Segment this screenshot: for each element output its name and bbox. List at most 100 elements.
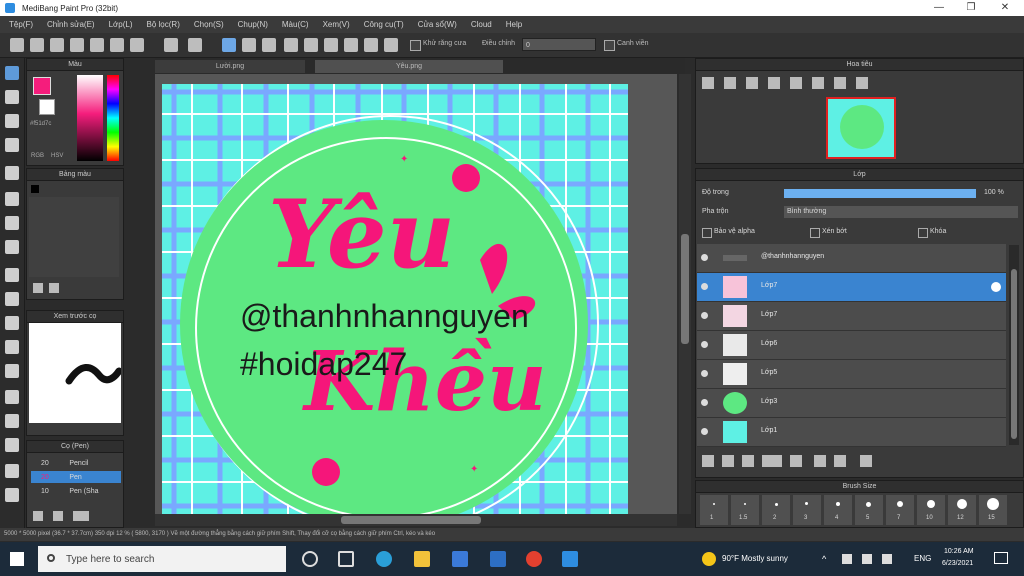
navigator-thumbnail[interactable] bbox=[826, 97, 896, 159]
blend-select[interactable]: Bình thường bbox=[784, 206, 1018, 218]
invert-selection-icon[interactable] bbox=[262, 38, 276, 52]
select-eraser-tool-icon[interactable] bbox=[5, 340, 19, 354]
actual-size-icon[interactable] bbox=[768, 77, 780, 89]
open-file-icon[interactable] bbox=[30, 38, 44, 52]
brush-size-option[interactable]: 12 bbox=[948, 495, 976, 525]
snap-setting-icon[interactable] bbox=[384, 38, 398, 52]
menu-snap[interactable]: Chụp(N) bbox=[238, 20, 268, 29]
layer-type-menu-icon[interactable] bbox=[762, 455, 782, 467]
alpha-protect-checkbox[interactable] bbox=[702, 228, 712, 238]
canvas[interactable]: ✦ ✦ Yêu Khều @thanhnhannguyen #hoidap247 bbox=[162, 84, 628, 514]
brush-tool-icon[interactable] bbox=[5, 66, 19, 80]
chrome-icon[interactable] bbox=[526, 551, 542, 567]
visibility-icon[interactable] bbox=[701, 370, 708, 377]
layer-row[interactable]: Lớp6 bbox=[697, 331, 1006, 360]
taskbar-search[interactable]: Type here to search bbox=[38, 546, 286, 572]
snap-circle-icon[interactable] bbox=[364, 38, 378, 52]
snap-checkbox[interactable] bbox=[604, 40, 615, 51]
move-tool-icon[interactable] bbox=[5, 166, 19, 180]
brush-size-option[interactable]: 3 bbox=[793, 495, 821, 525]
horizontal-scrollbar[interactable] bbox=[155, 514, 677, 526]
menu-tools[interactable]: Công cụ(T) bbox=[364, 20, 404, 29]
fit-icon[interactable] bbox=[746, 77, 758, 89]
eraser-tool-icon[interactable] bbox=[5, 90, 19, 104]
brush-size-option[interactable]: 1.5 bbox=[731, 495, 759, 525]
snap-radial-icon[interactable] bbox=[324, 38, 338, 52]
menu-color[interactable]: Màu(C) bbox=[282, 20, 309, 29]
menu-cloud[interactable]: Cloud bbox=[471, 20, 492, 29]
reset-rotation-icon[interactable] bbox=[812, 77, 824, 89]
merge-layer-icon[interactable] bbox=[834, 455, 846, 467]
new-layer-icon[interactable] bbox=[702, 455, 714, 467]
select-pen-tool-icon[interactable] bbox=[5, 316, 19, 330]
minimize-button[interactable]: — bbox=[924, 0, 954, 16]
weather-text[interactable]: 90°F Mostly sunny bbox=[722, 554, 788, 563]
vertical-scroll-thumb[interactable] bbox=[681, 234, 689, 344]
redo-icon[interactable] bbox=[188, 38, 202, 52]
menu-select[interactable]: Chọn(S) bbox=[194, 20, 224, 29]
clock-date[interactable]: 6/23/2021 bbox=[942, 560, 973, 567]
tab-yeu[interactable]: Yêu.png bbox=[315, 60, 503, 73]
saturation-square[interactable] bbox=[77, 75, 103, 161]
cloud-icon[interactable] bbox=[50, 38, 64, 52]
select-all-icon[interactable] bbox=[222, 38, 236, 52]
deselect-icon[interactable] bbox=[242, 38, 256, 52]
magic-wand-tool-icon[interactable] bbox=[5, 292, 19, 306]
brush-item-selected[interactable]: 20 Pen bbox=[31, 471, 121, 483]
lock-checkbox[interactable] bbox=[918, 228, 928, 238]
operation-tool-icon[interactable] bbox=[5, 414, 19, 428]
visibility-icon[interactable] bbox=[701, 428, 708, 435]
weather-icon[interactable] bbox=[702, 552, 716, 566]
snap-parallel-icon[interactable] bbox=[284, 38, 298, 52]
maximize-button[interactable]: ❐ bbox=[956, 0, 986, 16]
pen-tool-icon[interactable] bbox=[5, 464, 19, 478]
layer-settings-icon[interactable] bbox=[991, 282, 1001, 292]
add-palette-icon[interactable] bbox=[33, 283, 43, 293]
add-brush-icon[interactable] bbox=[33, 511, 43, 521]
clock-time[interactable]: 10:26 AM bbox=[944, 548, 974, 555]
visibility-icon[interactable] bbox=[701, 399, 708, 406]
correction-select[interactable]: 0 bbox=[522, 38, 596, 51]
hue-strip[interactable] bbox=[107, 75, 119, 161]
bucket-tool-icon[interactable] bbox=[5, 216, 19, 230]
vertical-scrollbar[interactable] bbox=[679, 74, 691, 514]
opacity-slider[interactable] bbox=[784, 189, 976, 198]
task-view-icon[interactable] bbox=[338, 551, 354, 567]
layer-row[interactable]: @thanhnhannguyen bbox=[697, 244, 1006, 273]
new-file-icon[interactable] bbox=[10, 38, 24, 52]
antialias-checkbox[interactable] bbox=[410, 40, 421, 51]
brush-size-option[interactable]: 15 bbox=[979, 495, 1007, 525]
visibility-icon[interactable] bbox=[701, 312, 708, 319]
menu-file[interactable]: Tệp(F) bbox=[9, 20, 33, 29]
file-explorer-icon[interactable] bbox=[414, 551, 430, 567]
snap-grid-icon[interactable] bbox=[304, 38, 318, 52]
menu-view[interactable]: Xem(V) bbox=[323, 20, 350, 29]
resize-icon[interactable] bbox=[130, 38, 144, 52]
notification-icon[interactable] bbox=[994, 552, 1008, 564]
clip-checkbox[interactable] bbox=[810, 228, 820, 238]
horizontal-scroll-thumb[interactable] bbox=[341, 516, 481, 524]
crop-icon[interactable] bbox=[110, 38, 124, 52]
snap-off-icon[interactable] bbox=[344, 38, 358, 52]
foreground-color-swatch[interactable] bbox=[33, 77, 51, 95]
background-color-swatch[interactable] bbox=[39, 99, 55, 115]
zoom-in-icon[interactable] bbox=[702, 77, 714, 89]
rotate-right-icon[interactable] bbox=[834, 77, 846, 89]
layer-row-selected[interactable]: Lớp7 bbox=[697, 273, 1006, 302]
text-tool-icon[interactable] bbox=[5, 390, 19, 404]
brush-settings-icon[interactable] bbox=[53, 511, 63, 521]
export-icon[interactable] bbox=[90, 38, 104, 52]
new-8bit-layer-icon[interactable] bbox=[742, 455, 754, 467]
visibility-icon[interactable] bbox=[701, 283, 708, 290]
hsv-tab[interactable]: HSV bbox=[51, 153, 63, 159]
divide-tool-icon[interactable] bbox=[5, 364, 19, 378]
flip-icon[interactable] bbox=[856, 77, 868, 89]
duplicate-layer-icon[interactable] bbox=[814, 455, 826, 467]
menu-layer[interactable]: Lớp(L) bbox=[109, 20, 133, 29]
eyedropper-tool-icon[interactable] bbox=[5, 438, 19, 452]
brush-menu-icon[interactable] bbox=[73, 511, 89, 521]
rgb-tab[interactable]: RGB bbox=[31, 153, 44, 159]
edge-icon[interactable] bbox=[376, 551, 392, 567]
select-tool-icon[interactable] bbox=[5, 138, 19, 152]
folder-icon[interactable] bbox=[790, 455, 802, 467]
